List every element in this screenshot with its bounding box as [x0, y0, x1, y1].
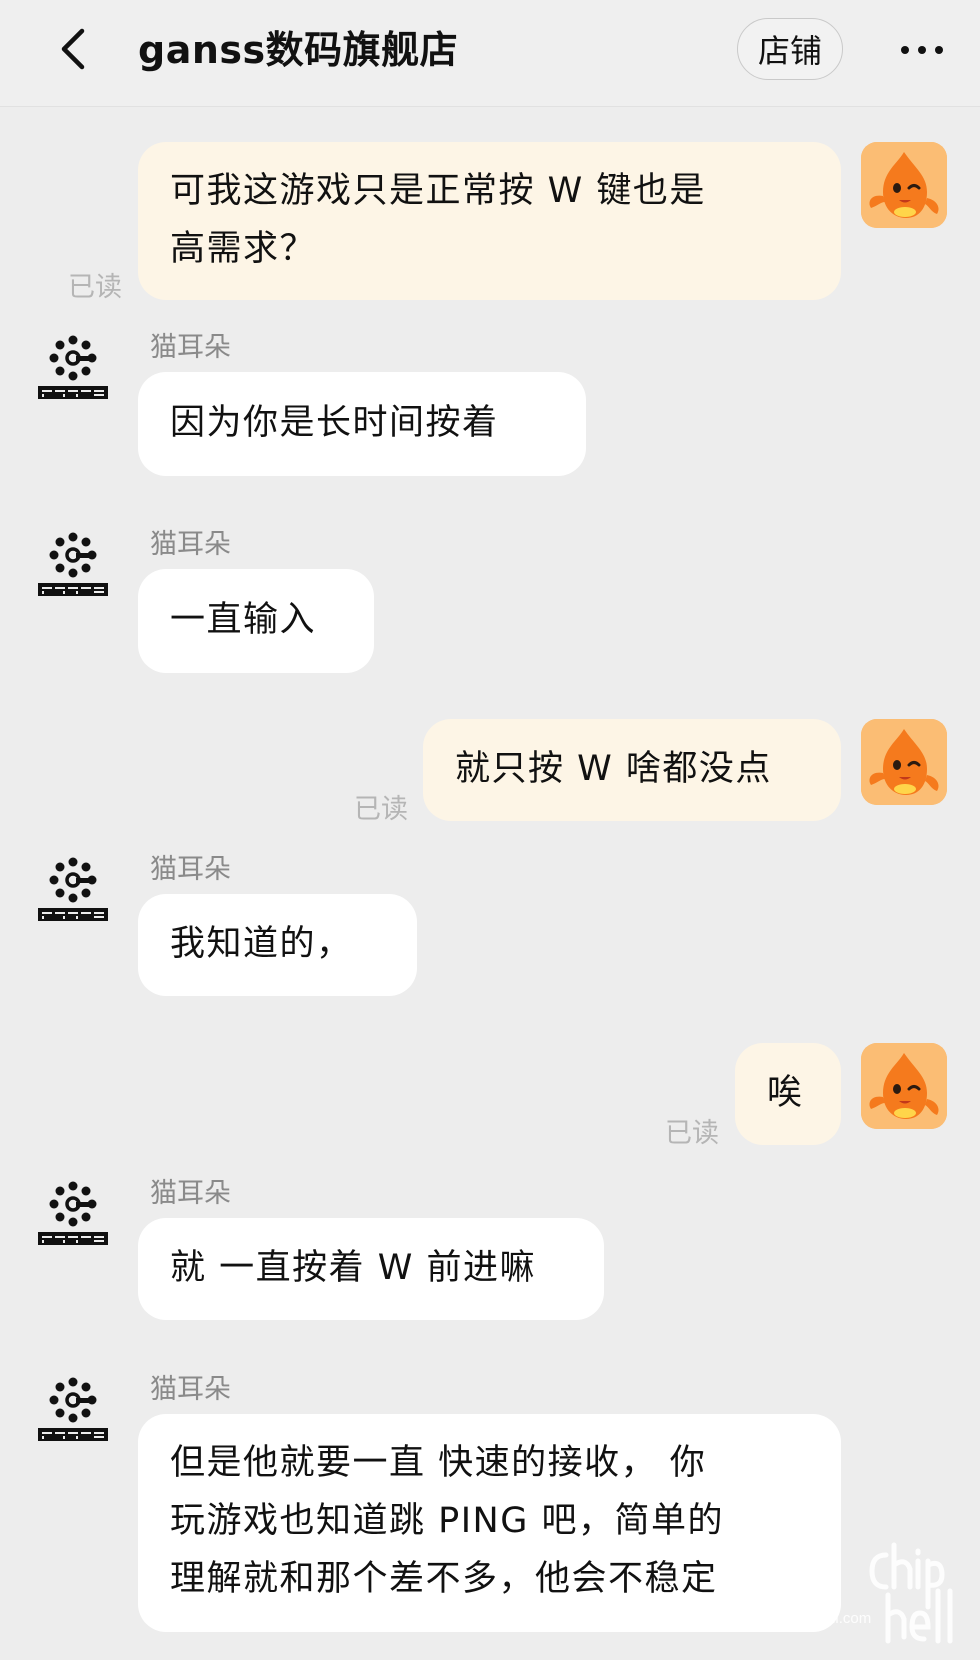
sender-name: 猫耳朵: [150, 1374, 231, 1405]
back-button[interactable]: [48, 22, 98, 76]
ganss-logo-icon: [38, 1181, 108, 1245]
ganss-logo-icon: [38, 857, 108, 921]
my-avatar[interactable]: [861, 719, 947, 805]
dot-icon: [935, 46, 943, 54]
ganss-logo-icon: [38, 532, 108, 596]
message-line: 因为你是长时间按着: [170, 403, 499, 443]
their-message-bubble[interactable]: 一直输入: [138, 569, 374, 673]
read-status: 已读: [354, 794, 408, 825]
shop-button[interactable]: 店铺: [737, 18, 843, 80]
sender-name: 猫耳朵: [150, 529, 231, 560]
message-line: 但是他就要一直 快速的接收， 你: [170, 1443, 707, 1483]
my-message-bubble[interactable]: 唉: [735, 1043, 841, 1145]
their-message-bubble[interactable]: 就 一直按着 W 前进嘛: [138, 1218, 604, 1320]
chat-title: ganss数码旗舰店: [138, 28, 459, 72]
their-message-bubble[interactable]: 我知道的，: [138, 894, 417, 996]
shop-avatar[interactable]: [30, 527, 116, 613]
message-line: 理解就和那个差不多，他会不稳定: [170, 1559, 718, 1599]
sender-name: 猫耳朵: [150, 854, 231, 885]
dot-icon: [918, 46, 926, 54]
my-avatar[interactable]: [861, 142, 947, 228]
read-status: 已读: [665, 1118, 719, 1149]
shop-avatar[interactable]: [30, 330, 116, 416]
sender-name: 猫耳朵: [150, 332, 231, 363]
chat-header: ganss数码旗舰店 店铺: [0, 0, 980, 107]
shop-avatar[interactable]: [30, 1372, 116, 1458]
message-line: 高需求？: [170, 229, 317, 269]
dot-icon: [901, 46, 909, 54]
ganss-logo-icon: [38, 335, 108, 399]
mascot-avatar-icon: [861, 142, 947, 228]
chevron-left-icon: [61, 28, 85, 70]
mascot-avatar-icon: [861, 719, 947, 805]
shop-avatar[interactable]: [30, 852, 116, 938]
message-line: 可我这游戏只是正常按 W 键也是: [170, 171, 706, 211]
more-options-button[interactable]: [890, 30, 954, 70]
my-message-bubble[interactable]: 可我这游戏只是正常按 W 键也是 高需求？: [138, 142, 841, 300]
mascot-avatar-icon: [861, 1043, 947, 1129]
message-line: 一直输入: [170, 600, 317, 640]
sender-name: 猫耳朵: [150, 1178, 231, 1209]
message-line: 玩游戏也知道跳 PING 吧，简单的: [170, 1501, 724, 1541]
my-avatar[interactable]: [861, 1043, 947, 1129]
my-message-bubble[interactable]: 就只按 W 啥都没点: [423, 719, 841, 821]
message-line: 我知道的，: [170, 924, 353, 964]
their-message-bubble[interactable]: 因为你是长时间按着: [138, 372, 586, 476]
message-line: 就只按 W 啥都没点: [455, 749, 772, 789]
message-line: 唉: [767, 1073, 804, 1113]
message-line: 就 一直按着 W 前进嘛: [170, 1248, 536, 1288]
their-message-bubble[interactable]: 但是他就要一直 快速的接收， 你 玩游戏也知道跳 PING 吧，简单的 理解就和…: [138, 1414, 841, 1632]
shop-avatar[interactable]: [30, 1176, 116, 1262]
ganss-logo-icon: [38, 1377, 108, 1441]
read-status: 已读: [68, 272, 122, 303]
